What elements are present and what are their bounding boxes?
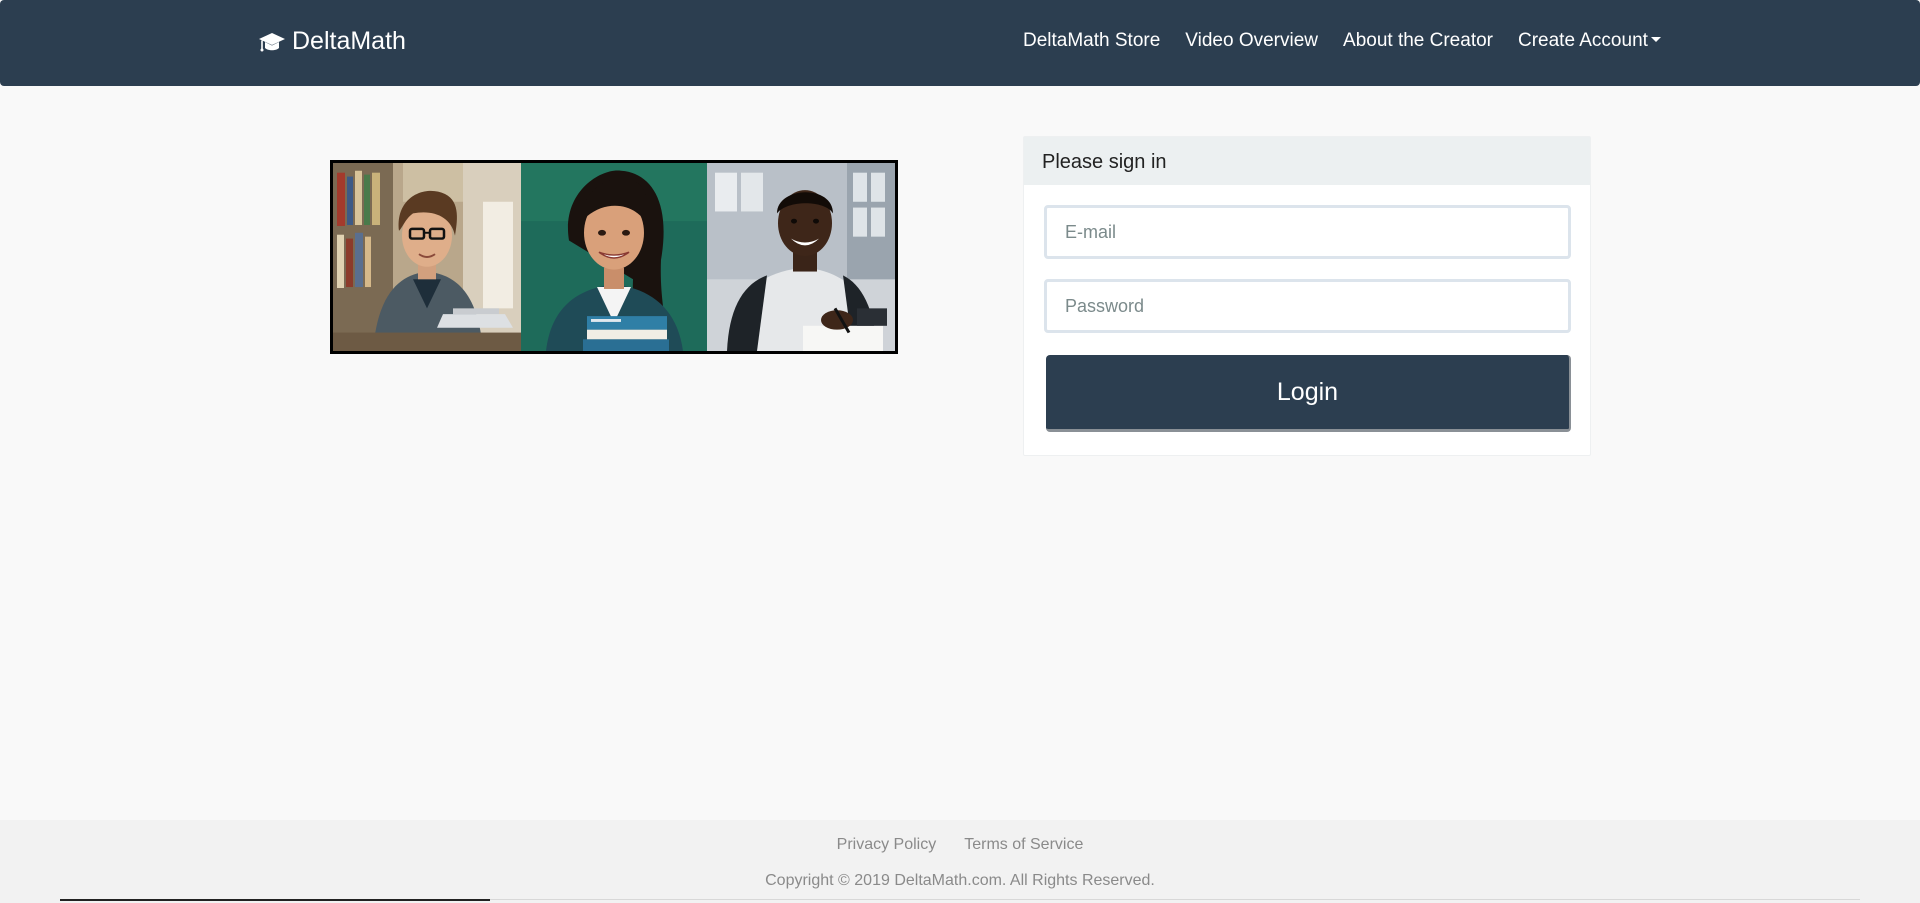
hero-image bbox=[330, 160, 898, 354]
hero-photo-student-books bbox=[521, 163, 707, 351]
login-button[interactable]: Login bbox=[1046, 355, 1571, 432]
copyright-text: Copyright © 2019 DeltaMath.com. All Righ… bbox=[765, 872, 1155, 889]
create-account-label: Create Account bbox=[1518, 30, 1648, 51]
password-input[interactable] bbox=[1044, 279, 1571, 333]
hero-photo-student-laptop bbox=[333, 163, 521, 351]
privacy-policy-link[interactable]: Privacy Policy bbox=[837, 836, 937, 854]
nav-link-about-creator[interactable]: About the Creator bbox=[1343, 30, 1493, 52]
caret-down-icon bbox=[1650, 37, 1661, 43]
footer: Privacy Policy Terms of Service Copyrigh… bbox=[0, 820, 1920, 903]
bottom-edge-line bbox=[60, 899, 490, 901]
signin-heading: Please sign in bbox=[1024, 137, 1590, 185]
nav-link-create-account[interactable]: Create Account bbox=[1518, 30, 1661, 52]
nav-links: DeltaMath Store Video Overview About the… bbox=[1023, 30, 1661, 52]
signin-panel: Please sign in Login bbox=[1023, 136, 1591, 456]
email-input[interactable] bbox=[1044, 205, 1571, 259]
brand-name: DeltaMath bbox=[292, 27, 406, 55]
bottom-edge-line bbox=[490, 899, 1860, 900]
top-navbar: DeltaMath DeltaMath Store Video Overview… bbox=[0, 0, 1920, 86]
nav-link-store[interactable]: DeltaMath Store bbox=[1023, 30, 1160, 52]
footer-links: Privacy Policy Terms of Service bbox=[0, 836, 1920, 854]
brand-link[interactable]: DeltaMath bbox=[258, 27, 406, 56]
hero-photo-student-writing bbox=[707, 163, 895, 351]
terms-of-service-link[interactable]: Terms of Service bbox=[964, 836, 1083, 854]
nav-link-video-overview[interactable]: Video Overview bbox=[1185, 30, 1318, 52]
graduation-cap-icon bbox=[258, 30, 286, 54]
